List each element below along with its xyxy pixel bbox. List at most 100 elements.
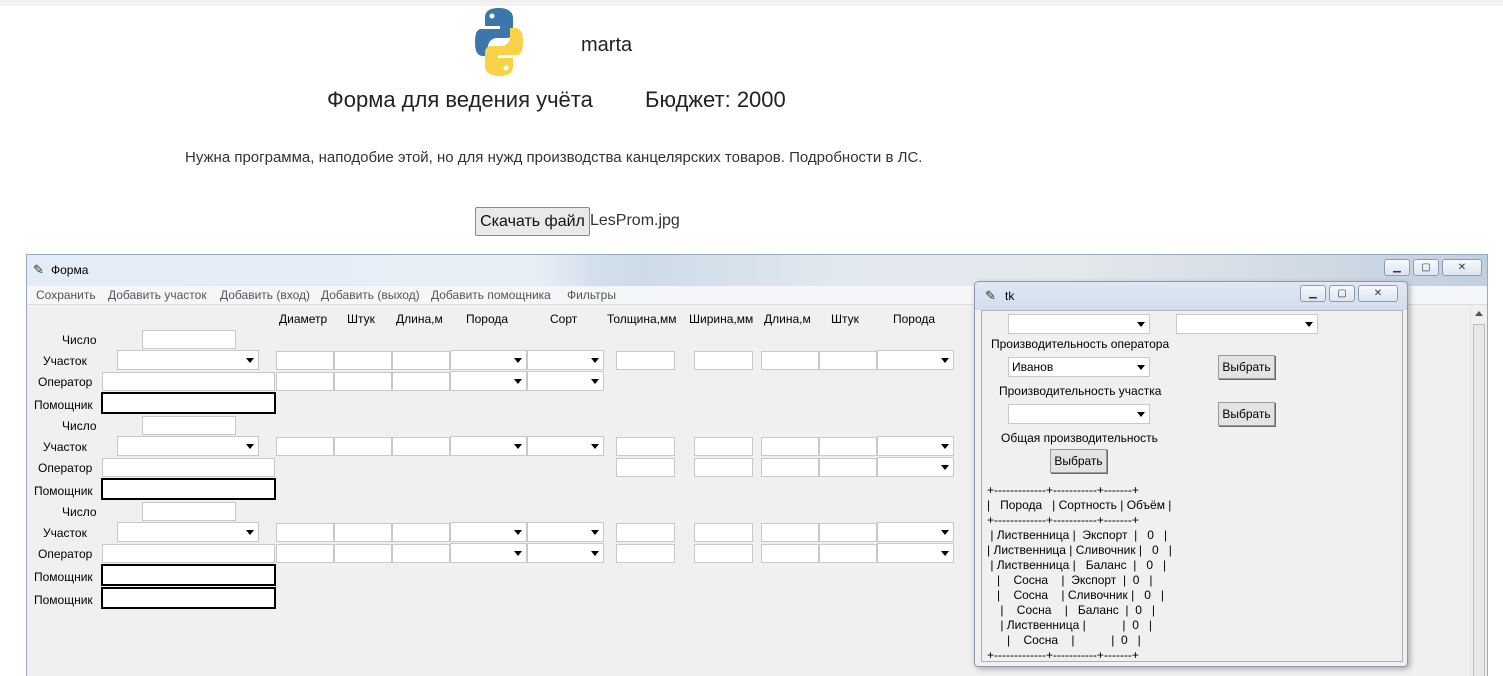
species-out-select[interactable] xyxy=(877,543,954,563)
species-out-select[interactable] xyxy=(877,522,954,542)
operator-select-value: Иванов xyxy=(1012,360,1054,374)
select-total-button[interactable]: Выбрать xyxy=(1050,449,1107,473)
maximize-icon[interactable]: ▢ xyxy=(1329,285,1355,302)
budget-text: Бюджет: 2000 xyxy=(645,87,786,112)
select-section-button[interactable]: Выбрать xyxy=(1218,402,1275,426)
file-name: LesProm.jpg xyxy=(590,212,680,229)
menu-save[interactable]: Сохранить xyxy=(36,288,96,302)
count-out-input[interactable] xyxy=(819,523,877,542)
chevron-down-icon xyxy=(514,444,522,449)
section-productivity-select[interactable] xyxy=(1008,404,1150,424)
species-select[interactable] xyxy=(450,522,527,542)
chevron-down-icon xyxy=(246,358,254,363)
minimize-icon[interactable]: ▁ xyxy=(1300,285,1326,302)
length-out-input[interactable] xyxy=(761,437,819,456)
number-input[interactable] xyxy=(142,416,236,435)
count-input[interactable] xyxy=(334,437,392,456)
column-header-length: Длина,м xyxy=(396,312,443,326)
species-select[interactable] xyxy=(450,543,527,563)
chevron-down-icon xyxy=(514,379,522,384)
count-input[interactable] xyxy=(334,544,392,563)
grade-select[interactable] xyxy=(527,436,604,456)
grade-select[interactable] xyxy=(527,371,604,391)
window-title: Форма xyxy=(51,263,89,277)
diameter-input[interactable] xyxy=(276,437,334,456)
count-out-input[interactable] xyxy=(819,458,877,477)
grade-select[interactable] xyxy=(527,350,604,370)
helper-input[interactable] xyxy=(101,478,276,500)
species-select[interactable] xyxy=(450,350,527,370)
diameter-input[interactable] xyxy=(276,544,334,563)
vertical-scrollbar[interactable] xyxy=(1470,307,1487,676)
species-select[interactable] xyxy=(450,371,527,391)
scrollbar-thumb[interactable] xyxy=(1473,324,1485,676)
helper-input[interactable] xyxy=(101,587,276,609)
menu-add-input[interactable]: Добавить (вход) xyxy=(220,288,310,302)
tk-window-titlebar[interactable]: ✎ tk ▁ ▢ ✕ xyxy=(975,282,1407,310)
close-icon[interactable]: ✕ xyxy=(1358,285,1398,302)
count-input[interactable] xyxy=(334,523,392,542)
section-select[interactable] xyxy=(117,522,259,542)
count-out-input[interactable] xyxy=(819,351,877,370)
width-input[interactable] xyxy=(694,458,753,477)
menu-add-section[interactable]: Добавить участок xyxy=(108,288,207,302)
count-input[interactable] xyxy=(334,372,392,391)
helper-label: Помощник xyxy=(34,484,93,498)
chevron-down-icon xyxy=(941,530,949,535)
filter-select-right[interactable] xyxy=(1176,314,1318,334)
operator-input[interactable] xyxy=(102,458,275,477)
count-out-input[interactable] xyxy=(819,437,877,456)
length-out-input[interactable] xyxy=(761,458,819,477)
thickness-input[interactable] xyxy=(616,458,675,477)
length-input[interactable] xyxy=(392,437,450,456)
grade-select[interactable] xyxy=(527,543,604,563)
section-select[interactable] xyxy=(117,436,259,456)
helper-input[interactable] xyxy=(101,564,276,586)
operator-input[interactable] xyxy=(102,372,275,391)
grade-select[interactable] xyxy=(527,522,604,542)
chevron-down-icon xyxy=(514,530,522,535)
download-file-button[interactable]: Скачать файл xyxy=(475,207,590,236)
select-operator-button[interactable]: Выбрать xyxy=(1218,355,1275,379)
diameter-input[interactable] xyxy=(276,523,334,542)
length-out-input[interactable] xyxy=(761,351,819,370)
thickness-input[interactable] xyxy=(616,351,675,370)
diameter-input[interactable] xyxy=(276,372,334,391)
count-input[interactable] xyxy=(334,351,392,370)
thickness-input[interactable] xyxy=(616,523,675,542)
menu-add-helper[interactable]: Добавить помощника xyxy=(431,288,551,302)
length-out-input[interactable] xyxy=(761,544,819,563)
maximize-icon[interactable]: ▢ xyxy=(1413,259,1439,276)
close-icon[interactable]: ✕ xyxy=(1442,259,1482,276)
width-input[interactable] xyxy=(694,351,753,370)
menu-add-output[interactable]: Добавить (выход) xyxy=(321,288,420,302)
species-out-select[interactable] xyxy=(877,350,954,370)
species-out-select[interactable] xyxy=(877,457,954,477)
count-out-input[interactable] xyxy=(819,544,877,563)
species-select[interactable] xyxy=(450,436,527,456)
thickness-input[interactable] xyxy=(616,544,675,563)
thickness-input[interactable] xyxy=(616,437,675,456)
scroll-up-icon[interactable] xyxy=(1475,311,1483,316)
length-input[interactable] xyxy=(392,523,450,542)
width-input[interactable] xyxy=(694,544,753,563)
chevron-down-icon xyxy=(941,465,949,470)
length-out-input[interactable] xyxy=(761,523,819,542)
operator-select[interactable]: Иванов xyxy=(1008,357,1150,377)
filter-select-left[interactable] xyxy=(1008,314,1150,334)
length-input[interactable] xyxy=(392,544,450,563)
number-input[interactable] xyxy=(142,330,236,349)
width-input[interactable] xyxy=(694,437,753,456)
width-input[interactable] xyxy=(694,523,753,542)
species-out-select[interactable] xyxy=(877,436,954,456)
length-input[interactable] xyxy=(392,351,450,370)
operator-input[interactable] xyxy=(102,544,275,563)
section-select[interactable] xyxy=(117,350,259,370)
helper-input[interactable] xyxy=(101,392,276,414)
minimize-icon[interactable]: ▁ xyxy=(1384,259,1410,276)
menu-filters[interactable]: Фильтры xyxy=(567,288,616,302)
number-input[interactable] xyxy=(142,502,236,521)
length-input[interactable] xyxy=(392,372,450,391)
diameter-input[interactable] xyxy=(276,351,334,370)
chevron-down-icon xyxy=(246,530,254,535)
